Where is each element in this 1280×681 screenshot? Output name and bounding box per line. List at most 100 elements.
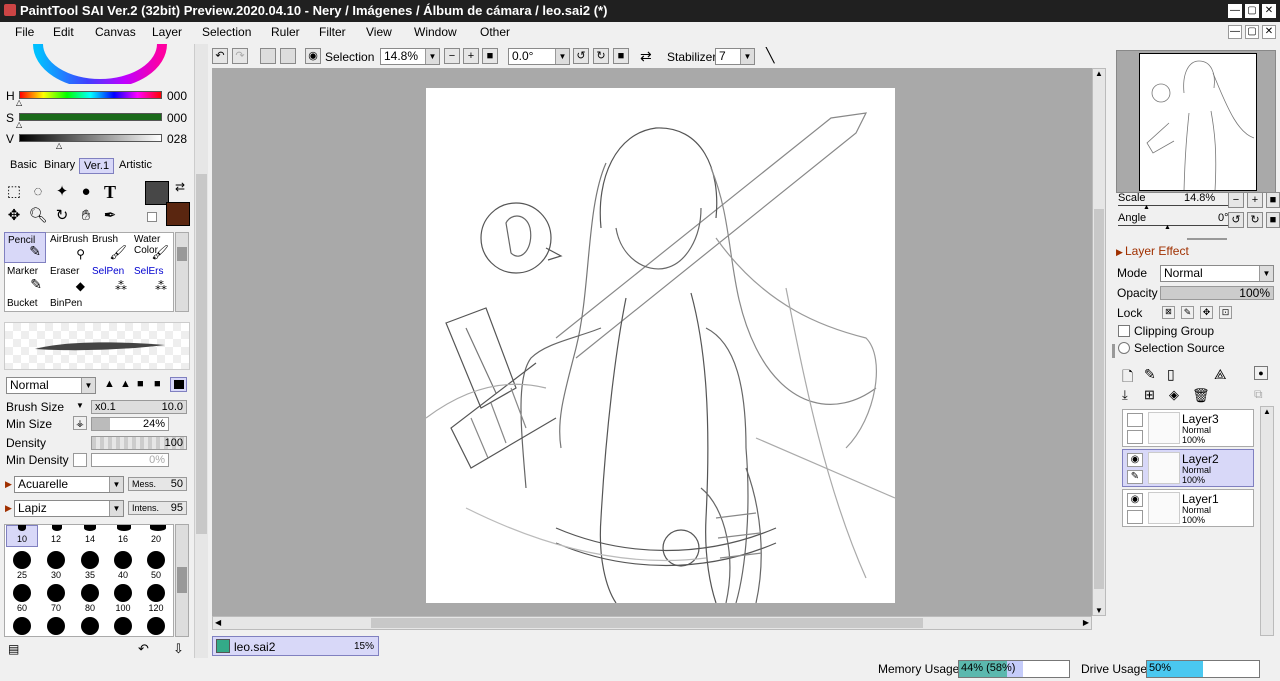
layer-visibility-toggle[interactable]: ◉ [1127, 493, 1143, 507]
window-minimize-button[interactable]: — [1228, 4, 1242, 18]
hand-tool[interactable]: ✋︎ [76, 206, 96, 226]
lock-move-icon[interactable]: ✥ [1200, 306, 1213, 319]
brush-shape-flat-icon[interactable]: ■ [154, 378, 161, 390]
lock-all-icon[interactable]: ⊡ [1219, 306, 1232, 319]
lasso-tool[interactable]: ◌ [28, 182, 48, 202]
brush-shape-soft-icon[interactable]: ■ [137, 378, 144, 390]
scroll-right-icon[interactable]: ▶ [1083, 618, 1089, 627]
expand-arrow-icon[interactable]: ▶ [1116, 247, 1123, 258]
swap-colors-icon[interactable]: ⇄ [175, 180, 185, 194]
zoom-select[interactable]: 14.8% ▼ [380, 48, 440, 65]
brush-binpen[interactable]: BinPen [47, 296, 89, 312]
menu-file[interactable]: File [15, 25, 34, 39]
move-tool[interactable]: ✥ [4, 206, 24, 226]
paper-select[interactable]: Lapiz ▼ [14, 500, 124, 517]
scroll-down-icon[interactable]: ▼ [1095, 606, 1103, 615]
layer-item-layer2[interactable]: ◉ ✎ Layer2 Normal 100% [1122, 449, 1254, 487]
redo-button[interactable]: ↷ [232, 48, 248, 64]
brush-size-scrollbar[interactable] [175, 524, 189, 637]
menu-selection[interactable]: Selection [202, 25, 251, 39]
zoom-tool[interactable]: 🔍︎ [28, 206, 48, 226]
nav-zoom-out-button[interactable]: − [1228, 192, 1244, 208]
brush-selers[interactable]: SelErs ⁂ [131, 264, 171, 295]
nav-rotate-right-button[interactable]: ↻ [1247, 212, 1263, 228]
reset-icon[interactable]: ↶ [138, 641, 149, 657]
rotation-select[interactable]: 0.0° ▼ [508, 48, 570, 65]
scrollbar-thumb[interactable] [1094, 209, 1104, 589]
clear-layer-icon[interactable]: ◈ [1169, 387, 1179, 403]
min-density-checkbox[interactable] [73, 453, 87, 467]
size-dot-100[interactable] [114, 584, 132, 602]
drawing-canvas[interactable] [426, 88, 895, 603]
layer-group-icon[interactable]: ⧉ [1254, 387, 1263, 402]
size-dot-14[interactable] [84, 525, 96, 531]
tab-ver1[interactable]: Ver.1 [79, 158, 115, 174]
layer-opacity-slider[interactable]: 100% [1160, 286, 1274, 300]
rotate-reset-button[interactable]: ■ [613, 48, 629, 64]
saturation-slider[interactable] [19, 113, 162, 121]
size-dot[interactable] [13, 617, 31, 635]
tab-binary[interactable]: Binary [40, 158, 79, 174]
brush-bucket[interactable]: Bucket [4, 296, 46, 312]
menu-ruler[interactable]: Ruler [271, 25, 300, 39]
brush-brush[interactable]: Brush 🖌︎ [89, 232, 131, 263]
chevron-down-icon[interactable]: ▼ [76, 401, 84, 410]
rect-select-tool[interactable]: ⬚ [4, 182, 24, 202]
lock-paint-icon[interactable]: ✎ [1181, 306, 1194, 319]
rotate-right-button[interactable]: ↻ [593, 48, 609, 64]
size-dot-20[interactable] [150, 525, 166, 531]
size-dot-50[interactable] [147, 551, 165, 569]
size-dot-70[interactable] [47, 584, 65, 602]
right-panel-splitter[interactable] [1112, 344, 1115, 358]
navigator-preview[interactable] [1116, 50, 1276, 193]
layer-mask-icon[interactable]: ● [1254, 366, 1268, 380]
brush-size-slider[interactable]: x0.1 10.0 [91, 400, 187, 414]
size-dot-80[interactable] [81, 584, 99, 602]
nav-zoom-reset-button[interactable]: ■ [1266, 192, 1280, 208]
brush-shape-square-icon[interactable] [170, 377, 187, 392]
merge-down-icon[interactable]: ⤓ [1122, 387, 1128, 403]
layer-visibility-toggle[interactable]: ◉ [1127, 453, 1143, 467]
shape-tool[interactable]: ● [76, 182, 96, 202]
expand-arrow-icon[interactable]: ▶ [5, 503, 12, 514]
zoom-reset-button[interactable]: ■ [482, 48, 498, 64]
blend-mode-select[interactable]: Normal ▼ [6, 377, 96, 394]
straight-line-icon[interactable]: ╲ [766, 47, 774, 64]
canvas-vertical-scrollbar[interactable]: ▲ ▼ [1092, 68, 1106, 616]
stabilizer-select[interactable]: 7 ▼ [715, 48, 755, 65]
brush-selpen[interactable]: SelPen ⁂ [89, 264, 131, 295]
size-dot[interactable] [147, 617, 165, 635]
save-icon[interactable]: ⇩ [173, 641, 184, 657]
scrollbar-thumb[interactable] [177, 247, 187, 261]
layer-effect-icon[interactable]: ⟁ [1214, 366, 1227, 383]
new-linework-layer-icon[interactable]: ✎ [1144, 366, 1156, 383]
size-dot-10[interactable] [18, 525, 26, 531]
window-close-button[interactable]: ✕ [1262, 4, 1276, 18]
panel-divider[interactable] [1187, 238, 1227, 240]
settings-icon[interactable]: ▤ [8, 642, 19, 656]
size-dot-35[interactable] [81, 551, 99, 569]
flip-horizontal-icon[interactable]: ⇄ [640, 48, 652, 65]
layer-draw-indicator[interactable]: ✎ [1127, 470, 1143, 484]
layer-list-scrollbar[interactable]: ▲ [1260, 406, 1274, 636]
size-dot-30[interactable] [47, 551, 65, 569]
size-dot-25[interactable] [13, 551, 31, 569]
size-dot[interactable] [81, 617, 99, 635]
brush-marker[interactable]: Marker ✎ [4, 264, 46, 295]
size-dot-40[interactable] [114, 551, 132, 569]
color-wheel[interactable] [30, 44, 170, 84]
scroll-left-icon[interactable]: ◀ [215, 618, 221, 627]
left-panel-scrollbar[interactable] [194, 44, 208, 658]
menu-canvas[interactable]: Canvas [95, 25, 136, 39]
scrollbar-thumb[interactable] [196, 174, 207, 534]
rotate-tool[interactable]: ↻ [52, 206, 72, 226]
undo-button[interactable]: ↶ [212, 48, 228, 64]
menu-other[interactable]: Other [480, 25, 510, 39]
brush-grid-scrollbar[interactable] [175, 232, 189, 312]
layer-mode-select[interactable]: Normal ▼ [1160, 265, 1274, 282]
min-size-slider[interactable]: 24% [91, 417, 169, 431]
delete-layer-icon[interactable]: 🗑︎ [1192, 387, 1210, 404]
scale-slider[interactable] [1118, 205, 1228, 206]
size-dot[interactable] [114, 617, 132, 635]
doc-close-button[interactable]: ✕ [1262, 25, 1276, 39]
